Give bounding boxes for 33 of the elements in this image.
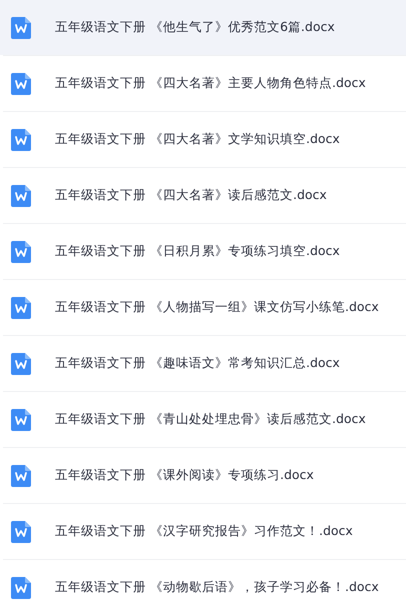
document-icon [11, 352, 31, 374]
document-icon [11, 72, 31, 94]
file-item[interactable]: 五年级语文下册 《四大名著》读后感范文.docx [0, 168, 406, 223]
document-icon [11, 240, 31, 262]
document-icon [11, 520, 31, 542]
file-item[interactable]: 五年级语文下册 《课外阅读》专项练习.docx [0, 448, 406, 503]
file-name: 五年级语文下册 《课外阅读》专项练习.docx [55, 467, 314, 484]
file-name: 五年级语文下册 《动物歇后语》，孩子学习必备！.docx [55, 579, 379, 596]
file-name: 五年级语文下册 《四大名著》读后感范文.docx [55, 187, 327, 204]
file-name: 五年级语文下册 《他生气了》优秀范文6篇.docx [55, 19, 335, 36]
file-name: 五年级语文下册 《青山处处埋忠骨》读后感范文.docx [55, 411, 366, 428]
document-icon [11, 296, 31, 318]
document-icon [11, 128, 31, 150]
file-name: 五年级语文下册 《四大名著》主要人物角色特点.docx [55, 75, 366, 92]
file-item[interactable]: 五年级语文下册 《四大名著》主要人物角色特点.docx [0, 56, 406, 111]
file-name: 五年级语文下册 《日积月累》专项练习填空.docx [55, 243, 340, 260]
file-item[interactable]: 五年级语文下册 《日积月累》专项练习填空.docx [0, 224, 406, 279]
file-name: 五年级语文下册 《四大名著》文学知识填空.docx [55, 131, 340, 148]
file-name: 五年级语文下册 《趣味语文》常考知识汇总.docx [55, 355, 340, 372]
file-item[interactable]: 五年级语文下册 《趣味语文》常考知识汇总.docx [0, 336, 406, 391]
file-item[interactable]: 五年级语文下册 《青山处处埋忠骨》读后感范文.docx [0, 392, 406, 447]
file-item[interactable]: 五年级语文下册 《汉字研究报告》习作范文！.docx [0, 504, 406, 559]
file-item[interactable]: 五年级语文下册 《动物歇后语》，孩子学习必备！.docx [0, 560, 406, 601]
file-item[interactable]: 五年级语文下册 《他生气了》优秀范文6篇.docx [0, 0, 406, 55]
document-icon [11, 576, 31, 598]
file-name: 五年级语文下册 《人物描写一组》课文仿写小练笔.docx [55, 299, 379, 316]
document-icon [11, 16, 31, 38]
file-item[interactable]: 五年级语文下册 《人物描写一组》课文仿写小练笔.docx [0, 280, 406, 335]
document-icon [11, 184, 31, 206]
file-name: 五年级语文下册 《汉字研究报告》习作范文！.docx [55, 523, 353, 540]
file-item[interactable]: 五年级语文下册 《四大名著》文学知识填空.docx [0, 112, 406, 167]
document-icon [11, 408, 31, 430]
document-icon [11, 464, 31, 486]
